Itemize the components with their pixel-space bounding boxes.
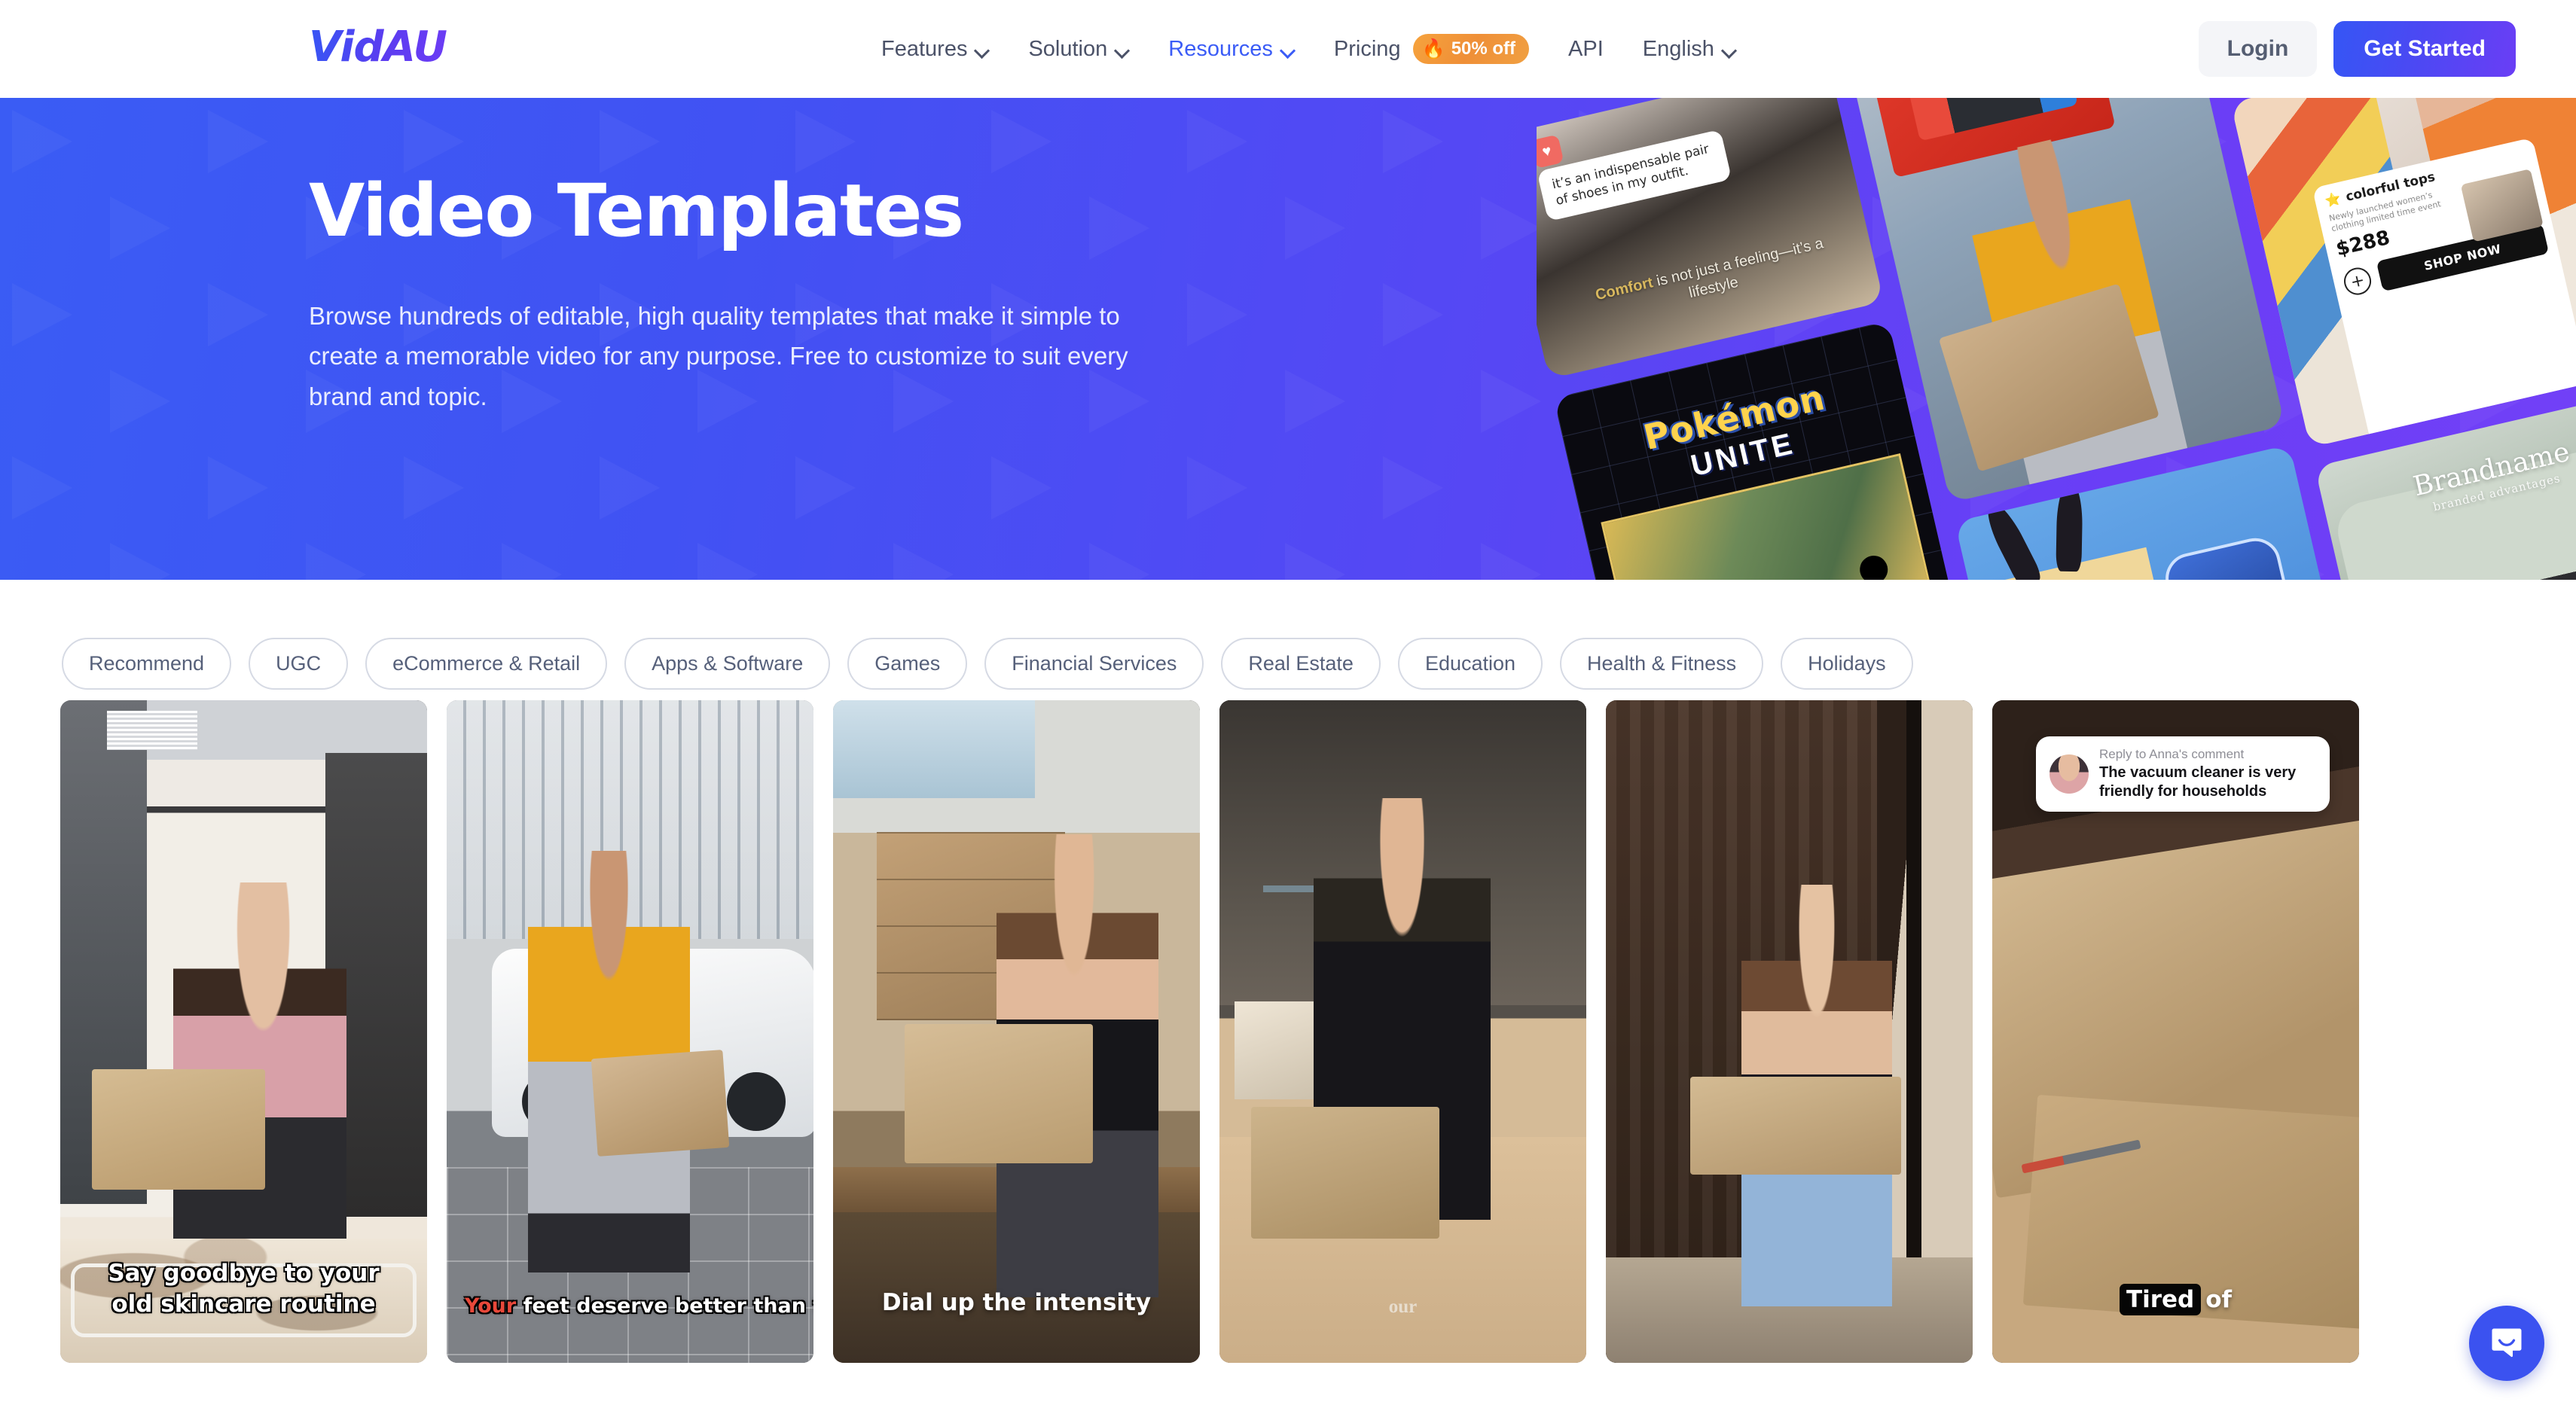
slots-app-icon: SLOTS — [2160, 532, 2301, 580]
nav-item-features[interactable]: Features — [881, 37, 989, 62]
template-card[interactable]: Reply to Anna's comment The vacuum clean… — [1992, 700, 2359, 1363]
discount-badge: 🔥 50% off — [1412, 34, 1530, 64]
comment-reply-to: Reply to Anna's comment — [2099, 747, 2245, 761]
card-caption: our — [1388, 1296, 1418, 1317]
card-caption-rest: feet deserve better than the rough — [523, 1294, 813, 1318]
site-header: VidAU Features Solution Resources Pricin… — [0, 0, 2576, 98]
template-card[interactable]: Your feet deserve better than the rough — [447, 700, 813, 1363]
chat-widget-button[interactable] — [2469, 1306, 2544, 1381]
hero-text-block: Video Templates Browse hundreds of edita… — [309, 173, 1198, 416]
chevron-down-icon — [1281, 45, 1295, 53]
scene-box — [905, 1024, 1093, 1163]
chat-bubble-icon — [2492, 1328, 2522, 1358]
collage-shoes-caption: Comfort is not just a feeling—it’s a lif… — [1570, 229, 1852, 328]
template-card[interactable] — [1606, 700, 1973, 1363]
nav-label: Features — [881, 36, 968, 61]
scene-box — [1690, 1077, 1901, 1175]
scene-vent — [107, 711, 197, 750]
category-pill-apps-software[interactable]: Apps & Software — [624, 637, 831, 690]
chevron-down-icon — [975, 45, 989, 53]
auth-actions: Login Get Started — [2198, 0, 2516, 98]
chevron-down-icon — [1116, 45, 1129, 53]
card-caption: Dial up the intensity — [881, 1288, 1152, 1316]
comment-overlay: Reply to Anna's comment The vacuum clean… — [2036, 736, 2330, 812]
avatar — [2050, 754, 2089, 794]
scene-box — [591, 1050, 730, 1157]
hero-section: ♥ it’s an indispensable pair of shoes in… — [0, 98, 2576, 580]
switch-console — [1902, 98, 2078, 142]
template-card[interactable]: our — [1219, 700, 1586, 1363]
category-pill-holidays[interactable]: Holidays — [1781, 637, 1913, 690]
collage-shoes-caption-highlight: Comfort — [1594, 274, 1655, 304]
category-pill-recommend[interactable]: Recommend — [62, 637, 232, 690]
nav-label: API — [1568, 36, 1604, 61]
category-pill-health-fitness[interactable]: Health & Fitness — [1560, 637, 1764, 690]
heart-icon: ♥ — [1537, 134, 1564, 169]
card-caption: Tired of — [1992, 1284, 2359, 1315]
category-pill-ugc[interactable]: UGC — [249, 637, 349, 690]
collage-shoes-bubble: it’s an indispensable pair of shoes in m… — [1537, 129, 1732, 221]
category-pill-education[interactable]: Education — [1397, 637, 1543, 690]
category-pill-real-estate[interactable]: Real Estate — [1221, 637, 1381, 690]
nav-item-api[interactable]: API — [1568, 37, 1604, 62]
nav-label: English — [1642, 36, 1714, 61]
login-button[interactable]: Login — [2198, 21, 2318, 77]
scene-window — [833, 700, 1035, 798]
bunny-ear-right — [2056, 480, 2083, 572]
plus-icon[interactable]: + — [2341, 264, 2374, 298]
chevron-down-icon — [1723, 45, 1736, 53]
template-card[interactable]: Dial up the intensity — [833, 700, 1200, 1363]
hero-collage: ♥ it’s an indispensable pair of shoes in… — [1537, 98, 2576, 580]
category-pill-financial-services[interactable]: Financial Services — [984, 637, 1204, 690]
main-navigation: Features Solution Resources Pricing 🔥 50… — [881, 0, 1736, 98]
discount-badge-label: 50% off — [1451, 38, 1516, 59]
pikachu-icon: ● — [1845, 526, 1900, 580]
category-filter-bar: Recommend UGC eCommerce & Retail Apps & … — [0, 580, 2576, 700]
card-caption: Say goodbye to your old skincare routine — [108, 1260, 380, 1318]
collage-tile-colorful-tops: ⭐ colorful tops Newly launched women’s c… — [2230, 98, 2576, 448]
template-grid: Say goodbye to your old skincare routine … — [0, 700, 2576, 1363]
category-pill-games[interactable]: Games — [847, 637, 968, 690]
card-caption: Your feet deserve better than the rough — [447, 1293, 813, 1319]
bunny-ear-left — [1979, 497, 2043, 580]
scene-wheel-rear — [727, 1072, 786, 1131]
nav-item-solution[interactable]: Solution — [1028, 37, 1129, 62]
nav-item-resources[interactable]: Resources — [1168, 37, 1295, 62]
nav-item-language[interactable]: English — [1643, 37, 1736, 62]
comment-text-block: Reply to Anna's comment The vacuum clean… — [2099, 747, 2316, 801]
hero-subtitle: Browse hundreds of editable, high qualit… — [309, 301, 1128, 410]
category-pill-ecommerce-retail[interactable]: eCommerce & Retail — [365, 637, 608, 690]
scene-box — [1251, 1107, 1439, 1239]
card-caption-highlight: Tired — [2119, 1284, 2202, 1315]
comment-body: The vacuum cleaner is very friendly for … — [2099, 764, 2297, 800]
star-icon: ⭐ — [2324, 190, 2343, 210]
nav-label: Solution — [1028, 36, 1108, 61]
card-caption-rest: of — [2205, 1286, 2233, 1313]
collage-shoes-caption-rest: is not just a feeling—it’s a lifestyle — [1655, 235, 1825, 302]
nav-item-pricing[interactable]: Pricing 🔥 50% off — [1333, 34, 1530, 64]
fire-icon: 🔥 — [1421, 38, 1445, 59]
card-caption-highlight: Your — [465, 1294, 517, 1318]
get-started-button[interactable]: Get Started — [2333, 21, 2516, 77]
logo[interactable]: VidAU — [309, 23, 447, 72]
nav-label: Pricing — [1333, 36, 1401, 61]
page-title: Video Templates — [309, 169, 964, 253]
template-card[interactable]: Say goodbye to your old skincare routine — [60, 700, 427, 1363]
scene-box — [92, 1069, 265, 1190]
nav-label: Resources — [1168, 36, 1273, 61]
